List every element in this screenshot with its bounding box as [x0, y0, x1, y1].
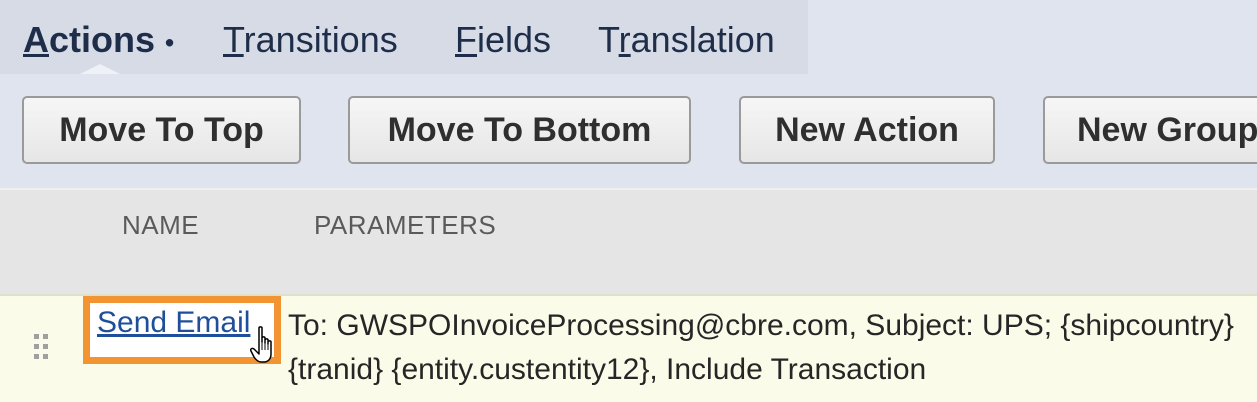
column-header-name[interactable]: NAME: [122, 210, 199, 241]
tab-translation-pre: T: [598, 19, 619, 60]
drag-handle-icon[interactable]: [34, 334, 50, 360]
tab-actions-marker: •: [165, 27, 175, 58]
new-action-button[interactable]: New Action: [739, 96, 995, 164]
tab-translation[interactable]: Translation: [598, 18, 775, 62]
hand-pointer-icon: [250, 326, 272, 363]
column-header-parameters[interactable]: PARAMETERS: [314, 210, 496, 241]
tab-bar: Actions • Transitions Fields Translation: [0, 0, 808, 74]
active-tab-pointer: [80, 64, 120, 74]
move-to-bottom-button[interactable]: Move To Bottom: [348, 96, 691, 164]
send-email-link[interactable]: Send Email: [97, 306, 250, 340]
new-group-button[interactable]: New Group: [1043, 96, 1257, 164]
parameters-cell: To: GWSPOInvoiceProcessing@cbre.com, Sub…: [288, 309, 1234, 386]
toolbar: Move To Top Move To Bottom New Action Ne…: [0, 74, 1257, 188]
tab-actions[interactable]: Actions •: [23, 18, 174, 64]
move-to-top-button[interactable]: Move To Top: [22, 96, 301, 164]
tab-transitions-accel: T: [223, 19, 244, 60]
tab-transitions[interactable]: Transitions: [223, 18, 398, 62]
tab-actions-accel: A: [23, 19, 49, 60]
table-header: NAME PARAMETERS: [0, 188, 1257, 296]
tab-actions-label: ctions: [49, 19, 156, 60]
tab-fields-label: ields: [477, 19, 552, 60]
table-row[interactable]: Send Email To: GWSPOInvoiceProcessing@cb…: [0, 294, 1257, 402]
tab-translation-accel: r: [618, 19, 631, 60]
tab-fields[interactable]: Fields: [455, 18, 551, 62]
tab-transitions-label: ransitions: [243, 19, 398, 60]
tab-translation-label: anslation: [630, 19, 775, 60]
tab-fields-accel: F: [455, 19, 477, 60]
